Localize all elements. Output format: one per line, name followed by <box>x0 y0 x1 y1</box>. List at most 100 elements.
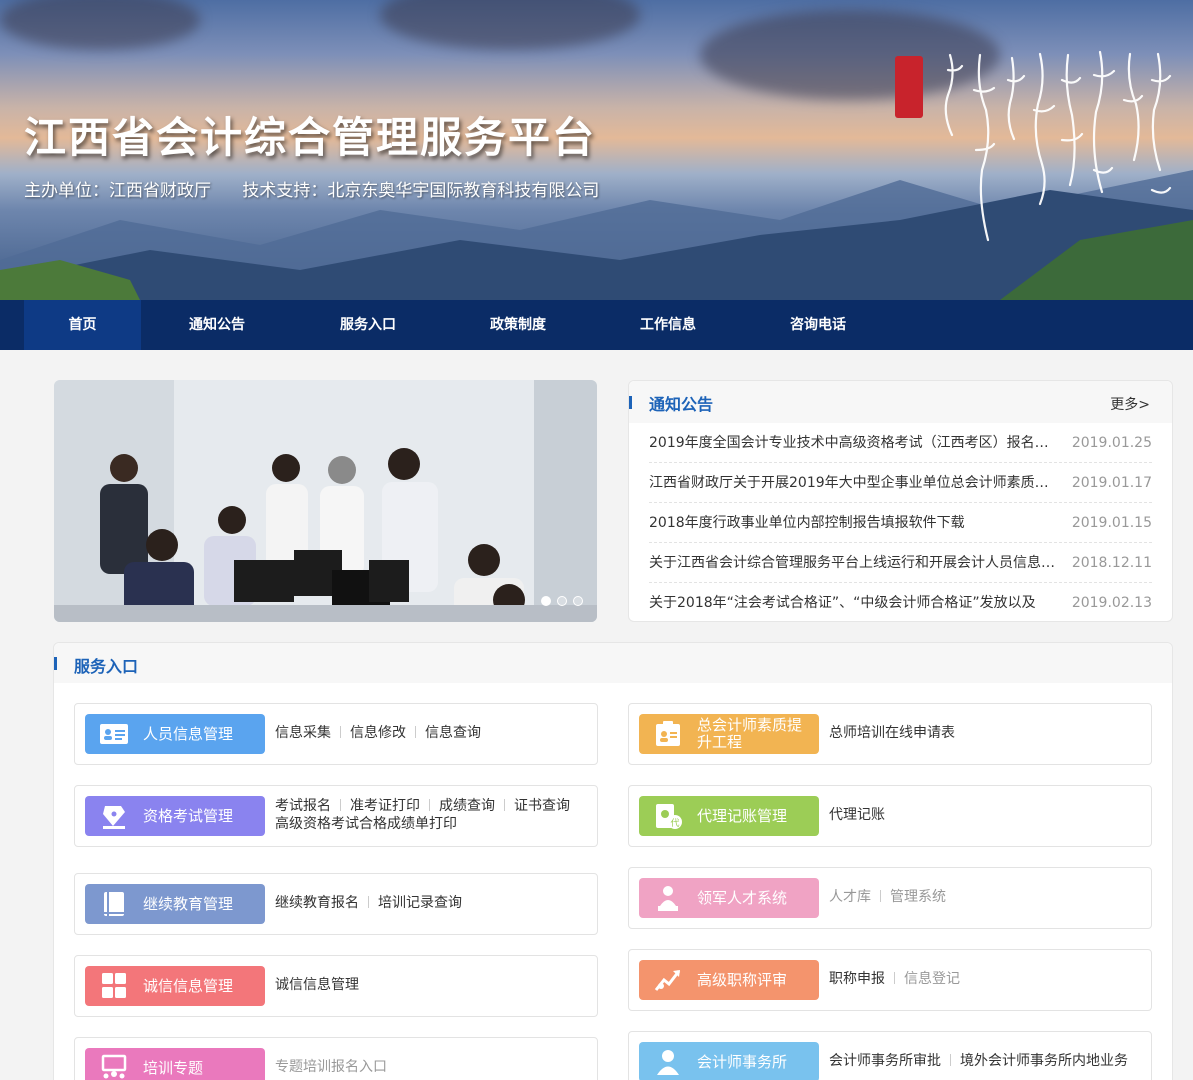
service-card-exam: 资格考试管理 考试报名 准考证打印 成绩查询 证书查询 高级资格考试合格成绩单打印 <box>74 785 598 847</box>
notice-item-title[interactable]: 2019年度全国会计专业技术中高级资格考试（江西考区）报名简章 <box>649 423 1059 462</box>
integrity-info-button[interactable]: 诚信信息管理 <box>85 966 265 1006</box>
title-accent-bar <box>54 657 57 670</box>
personnel-info-button[interactable]: 人员信息管理 <box>85 714 265 754</box>
link-exam-register[interactable]: 考试报名 <box>275 798 331 814</box>
card-links: 考试报名 准考证打印 成绩查询 证书查询 高级资格考试合格成绩单打印 <box>275 797 583 833</box>
divider <box>429 799 430 811</box>
slider-dots <box>541 596 583 606</box>
divider <box>368 896 369 908</box>
card-links: 信息采集 信息修改 信息查询 <box>275 724 583 742</box>
button-label: 高级职称评审 <box>697 970 788 989</box>
gear-document-icon: 代 <box>656 804 682 829</box>
button-label: 会计师事务所 <box>697 1052 788 1071</box>
continuing-edu-button[interactable]: 继续教育管理 <box>85 884 265 924</box>
link-admission-print[interactable]: 准考证打印 <box>350 798 420 814</box>
notice-item-date: 2018.12.11 <box>1071 555 1152 571</box>
pen-nib-icon <box>103 806 125 829</box>
accounting-firm-button[interactable]: 会计师事务所 <box>639 1042 819 1080</box>
list-item[interactable]: 江西省财政厅关于开展2019年大中型企事业单位总会计师素质提升工程 2019.01… <box>649 463 1152 503</box>
divider <box>950 1054 951 1066</box>
notice-item-date: 2019.01.25 <box>1071 435 1152 451</box>
training-topic-button[interactable]: 培训专题 <box>85 1048 265 1080</box>
senior-title-button[interactable]: 高级职称评审 <box>639 960 819 1000</box>
list-item[interactable]: 2019年度全国会计专业技术中高级资格考试（江西考区）报名简章 2019.01.2… <box>649 423 1152 463</box>
slider-dot[interactable] <box>573 596 583 606</box>
divider <box>340 726 341 738</box>
link-title-apply[interactable]: 职称申报 <box>829 971 885 987</box>
button-label: 人员信息管理 <box>143 724 234 743</box>
notice-more-link[interactable]: 更多> <box>1110 394 1150 414</box>
divider <box>880 890 881 902</box>
exam-manage-button[interactable]: 资格考试管理 <box>85 796 265 836</box>
nav-item-policy[interactable]: 政策制度 <box>443 300 593 350</box>
agency-bookkeeping-button[interactable]: 代 代理记账管理 <box>639 796 819 836</box>
link-agency-bookkeeping[interactable]: 代理记账 <box>829 807 885 823</box>
sponsor-text: 主办单位：江西省财政厅 <box>24 181 211 201</box>
svg-text:代: 代 <box>670 818 679 829</box>
card-links: 继续教育报名 培训记录查询 <box>275 894 583 912</box>
notice-item-title[interactable]: 关于江西省会计综合管理服务平台上线运行和开展会计人员信息采集 <box>649 543 1059 582</box>
link-info-collect[interactable]: 信息采集 <box>275 725 331 741</box>
link-training-record[interactable]: 培训记录查询 <box>378 895 462 911</box>
list-item[interactable]: 关于2018年“注会考试合格证”、“中级会计师合格证”发放以及 2019.02.1… <box>649 583 1152 623</box>
cfo-quality-button[interactable]: 总会计师素质提升工程 <box>639 714 819 754</box>
card-links: 职称申报 信息登记 <box>829 970 1137 988</box>
link-info-query[interactable]: 信息查询 <box>425 725 481 741</box>
link-info-register[interactable]: 信息登记 <box>904 971 960 987</box>
service-card-education: 继续教育管理 继续教育报名 培训记录查询 <box>74 873 598 935</box>
card-links: 人才库 管理系统 <box>829 888 1137 906</box>
talent-system-button[interactable]: 领军人才系统 <box>639 878 819 918</box>
nav-item-service[interactable]: 服务入口 <box>293 300 443 350</box>
header-banner: 江西省会计综合管理服务平台 主办单位：江西省财政厅 技术支持：北京东奥华宇国际教… <box>0 0 1193 300</box>
card-links: 会计师事务所审批 境外会计师事务所内地业务 <box>829 1052 1137 1070</box>
link-firm-approval[interactable]: 会计师事务所审批 <box>829 1053 941 1069</box>
support-text: 技术支持：北京东奥华宇国际教育科技有限公司 <box>242 181 600 201</box>
service-card-cfo: 总会计师素质提升工程 总师培训在线申请表 <box>628 703 1152 765</box>
link-integrity-info[interactable]: 诚信信息管理 <box>275 977 359 993</box>
service-title: 服务入口 <box>74 657 139 676</box>
button-label: 继续教育管理 <box>143 894 234 913</box>
grid-icon <box>102 973 126 998</box>
list-item[interactable]: 关于江西省会计综合管理服务平台上线运行和开展会计人员信息采集 2018.12.11 <box>649 543 1152 583</box>
button-label: 领军人才系统 <box>697 888 788 907</box>
banner-cloud <box>0 0 200 50</box>
user-icon <box>657 1050 679 1075</box>
button-label: 总会计师素质提升工程 <box>697 716 803 751</box>
service-card-training: 培训专题 专题培训报名入口 <box>74 1037 598 1080</box>
notice-item-title[interactable]: 关于2018年“注会考试合格证”、“中级会计师合格证”发放以及 <box>649 583 1059 623</box>
photo-slider[interactable] <box>54 380 597 622</box>
nav-item-hotline[interactable]: 咨询电话 <box>743 300 893 350</box>
link-foreign-firm-business[interactable]: 境外会计师事务所内地业务 <box>960 1053 1128 1069</box>
card-links: 专题培训报名入口 <box>275 1058 583 1076</box>
list-item[interactable]: 2018年度行政事业单位内部控制报告填报软件下载 2019.01.15 <box>649 503 1152 543</box>
slider-dot[interactable] <box>541 596 551 606</box>
notice-title: 通知公告 <box>649 395 714 414</box>
nav-item-work-info[interactable]: 工作信息 <box>593 300 743 350</box>
nav-item-home[interactable]: 首页 <box>24 300 141 350</box>
button-label: 培训专题 <box>143 1058 204 1077</box>
link-talent-pool[interactable]: 人才库 <box>829 889 871 905</box>
service-card-integrity: 诚信信息管理 诚信信息管理 <box>74 955 598 1017</box>
notice-item-title[interactable]: 2018年度行政事业单位内部控制报告填报软件下载 <box>649 503 1059 542</box>
service-card-talent: 领军人才系统 人才库 管理系统 <box>628 867 1152 929</box>
notice-item-date: 2019.02.13 <box>1071 595 1152 611</box>
link-manage-system[interactable]: 管理系统 <box>890 889 946 905</box>
notice-header: 通知公告 更多> <box>629 381 1172 423</box>
card-links: 总师培训在线申请表 <box>829 724 1137 742</box>
clipboard-user-icon <box>656 721 680 746</box>
link-senior-score-print[interactable]: 高级资格考试合格成绩单打印 <box>275 816 457 832</box>
link-score-query[interactable]: 成绩查询 <box>439 798 495 814</box>
service-header: 服务入口 <box>54 643 1172 683</box>
nav-item-notice[interactable]: 通知公告 <box>141 300 293 350</box>
link-topic-training-register[interactable]: 专题培训报名入口 <box>275 1059 387 1075</box>
link-cert-query[interactable]: 证书查询 <box>514 798 570 814</box>
link-edu-register[interactable]: 继续教育报名 <box>275 895 359 911</box>
slider-dot[interactable] <box>557 596 567 606</box>
link-info-modify[interactable]: 信息修改 <box>350 725 406 741</box>
presentation-icon <box>101 1054 127 1079</box>
divider <box>894 972 895 984</box>
divider <box>415 726 416 738</box>
link-cfo-training[interactable]: 总师培训在线申请表 <box>829 725 955 741</box>
notice-item-title[interactable]: 江西省财政厅关于开展2019年大中型企事业单位总会计师素质提升工程 <box>649 463 1059 502</box>
service-card-personnel: 人员信息管理 信息采集 信息修改 信息查询 <box>74 703 598 765</box>
